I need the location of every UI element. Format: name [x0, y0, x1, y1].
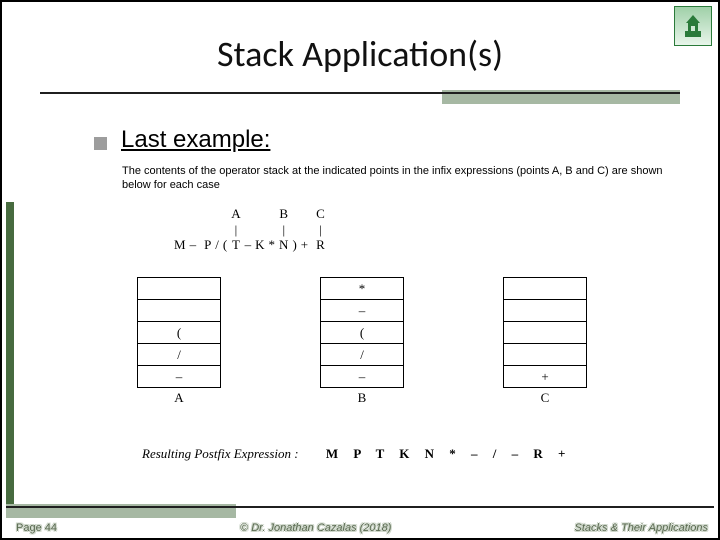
footer-author: © Dr. Jonathan Cazalas (2018): [57, 522, 575, 534]
square-bullet-icon: [94, 137, 107, 150]
footer-topic: Stacks & Their Applications: [575, 522, 708, 534]
stack-c: + C: [503, 277, 587, 406]
footer-page-number: Page 44: [16, 522, 57, 534]
footer-rule: [6, 506, 714, 508]
slide: Stack Application(s) Last example: The c…: [2, 2, 718, 538]
stack-a: ( / – A: [137, 277, 221, 406]
left-accent-bar: [6, 202, 14, 504]
stack-b-label: B: [358, 390, 367, 406]
stack-a-label: A: [174, 390, 183, 406]
slide-title: Stack Application(s): [2, 32, 718, 76]
title-rule: [40, 92, 680, 94]
result-value: M P T K N * – / – R +: [326, 446, 572, 461]
description-text: The contents of the operator stack at th…: [122, 164, 678, 193]
section-heading-row: Last example:: [94, 126, 270, 154]
footer: Page 44 © Dr. Jonathan Cazalas (2018) St…: [2, 506, 718, 538]
infix-expression-diagram: ABC ||| M–P/(T–K*N)+R: [172, 206, 331, 253]
result-label: Resulting Postfix Expression :: [142, 446, 299, 461]
section-heading: Last example:: [121, 126, 270, 154]
stack-b: * – ( / – B: [320, 277, 404, 406]
stack-c-label: C: [541, 390, 550, 406]
result-postfix-line: Resulting Postfix Expression : M P T K N…: [142, 446, 571, 462]
stack-diagrams: ( / – A * – ( / – B + C: [137, 277, 587, 406]
